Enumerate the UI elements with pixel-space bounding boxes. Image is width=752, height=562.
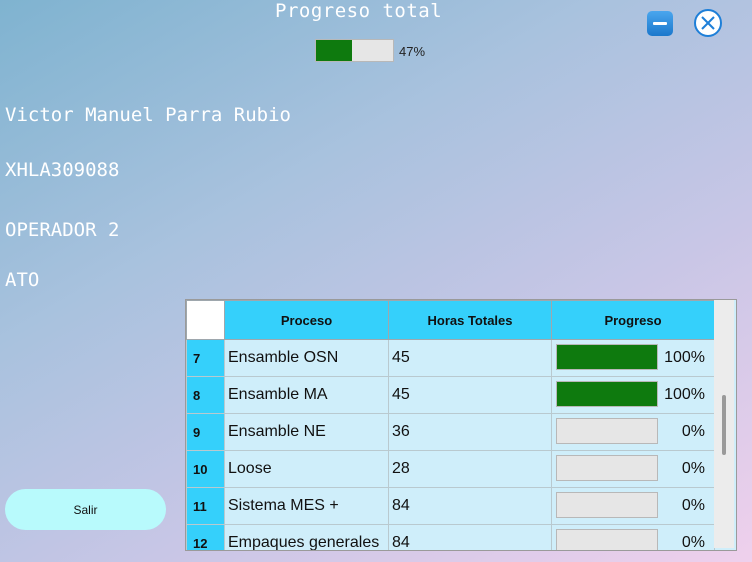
- row-progress-bar: [556, 455, 658, 481]
- row-progress-bar: [556, 344, 658, 370]
- total-progress-label: 47%: [399, 44, 426, 59]
- row-progress-bar: [556, 381, 658, 407]
- cell-horas[interactable]: 28: [388, 450, 552, 488]
- cell-progreso[interactable]: 0%: [551, 524, 715, 551]
- minimize-button[interactable]: [647, 11, 673, 36]
- row-header[interactable]: 11: [186, 487, 225, 525]
- close-icon: [701, 16, 715, 30]
- cell-proceso[interactable]: Empaques generales: [224, 524, 389, 550]
- operator-area: ATO: [5, 269, 40, 291]
- row-progress-label: 0%: [681, 534, 705, 551]
- table-row[interactable]: 9 Ensamble NE 36 0%: [186, 413, 715, 451]
- cell-horas[interactable]: 45: [388, 376, 552, 414]
- process-table: Proceso Horas Totales Progreso 7 Ensamble…: [185, 299, 737, 551]
- row-progress-label: 100%: [664, 386, 705, 403]
- cell-progreso[interactable]: 0%: [551, 413, 715, 451]
- table-row[interactable]: 12 Empaques generales 84 0%: [186, 524, 715, 551]
- cell-proceso[interactable]: Sistema MES +: [224, 487, 389, 525]
- row-progress-bar: [556, 492, 658, 518]
- row-header[interactable]: 10: [186, 450, 225, 488]
- column-header-proceso[interactable]: Proceso: [224, 300, 389, 340]
- cell-horas[interactable]: 36: [388, 413, 552, 451]
- row-header[interactable]: 8: [186, 376, 225, 414]
- minimize-icon: [653, 22, 667, 25]
- operator-name: Victor Manuel Parra Rubio: [5, 104, 291, 126]
- row-progress-label: 100%: [664, 349, 705, 366]
- operator-role: OPERADOR 2: [5, 219, 120, 241]
- progress-title: Progreso total: [275, 0, 443, 22]
- total-progress-bar: [315, 39, 394, 62]
- total-progress-fill: [316, 40, 353, 61]
- cell-proceso[interactable]: Ensamble NE: [224, 413, 389, 451]
- cell-horas[interactable]: 84: [388, 524, 552, 550]
- table-row[interactable]: 10 Loose 28 0%: [186, 450, 715, 488]
- row-header[interactable]: 9: [186, 413, 225, 451]
- table-row[interactable]: 7 Ensamble OSN 45 100%: [186, 339, 715, 377]
- row-progress-fill: [557, 345, 657, 369]
- column-header-progreso[interactable]: Progreso: [551, 300, 715, 340]
- cell-proceso[interactable]: Ensamble OSN: [224, 339, 389, 377]
- cell-progreso[interactable]: 100%: [551, 376, 715, 414]
- cell-horas[interactable]: 84: [388, 487, 552, 525]
- row-progress-bar: [556, 418, 658, 444]
- cell-proceso[interactable]: Loose: [224, 450, 389, 488]
- table-scrollbar[interactable]: [714, 300, 734, 548]
- table-row[interactable]: 8 Ensamble MA 45 100%: [186, 376, 715, 414]
- cell-progreso[interactable]: 100%: [551, 339, 715, 377]
- row-header[interactable]: 12: [186, 524, 225, 550]
- row-progress-fill: [557, 382, 657, 406]
- cell-horas[interactable]: 45: [388, 339, 552, 377]
- row-progress-label: 0%: [681, 423, 705, 440]
- row-progress-label: 0%: [681, 497, 705, 514]
- row-progress-label: 0%: [681, 460, 705, 477]
- table-corner[interactable]: [186, 300, 225, 340]
- cell-progreso[interactable]: 0%: [551, 487, 715, 525]
- exit-button[interactable]: Salir: [5, 489, 166, 530]
- table-row[interactable]: 11 Sistema MES +84 0%: [186, 487, 715, 525]
- cell-progreso[interactable]: 0%: [551, 450, 715, 488]
- column-header-horas[interactable]: Horas Totales: [388, 300, 552, 340]
- scrollbar-thumb[interactable]: [722, 395, 726, 455]
- row-progress-bar: [556, 529, 658, 550]
- close-button[interactable]: [694, 9, 722, 37]
- cell-proceso[interactable]: Ensamble MA: [224, 376, 389, 414]
- row-header[interactable]: 7: [186, 339, 225, 377]
- operator-id: XHLA309088: [5, 159, 120, 181]
